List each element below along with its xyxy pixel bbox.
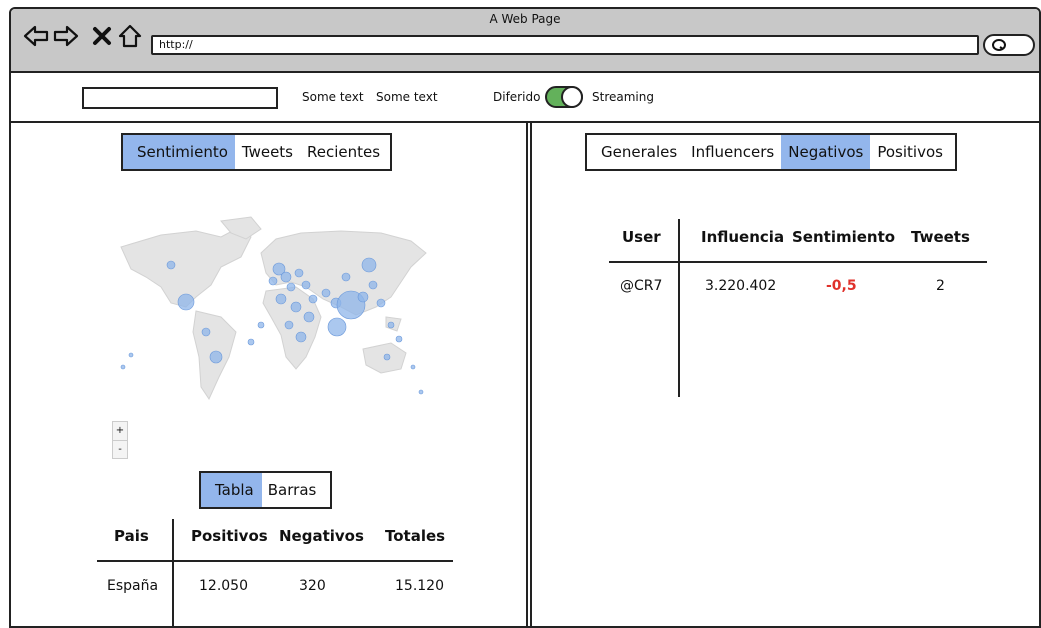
table-cell: España: [107, 578, 159, 594]
zoom-in-button[interactable]: +: [113, 422, 127, 440]
tab-tweets[interactable]: Tweets: [235, 135, 300, 169]
world-map[interactable]: [101, 207, 431, 415]
country-table-header: Negativos: [279, 527, 364, 545]
table-cell: 12.050: [199, 578, 248, 594]
country-table-header-line: [97, 560, 453, 562]
tab-barras[interactable]: Barras: [262, 473, 331, 507]
toolbar-text-1: Some text: [302, 90, 364, 104]
tab-influencers[interactable]: Influencers: [684, 135, 781, 169]
table-cell: 15.120: [395, 578, 444, 594]
zoom-out-button[interactable]: -: [113, 440, 127, 458]
url-bar[interactable]: http://: [151, 35, 979, 55]
left-tab-bar: Sentimiento Tweets Recientes: [121, 133, 393, 171]
top-toolbar: Some text Some text Diferido Streaming: [11, 73, 1039, 123]
toggle-label-streaming: Streaming: [592, 90, 654, 104]
tab-sentimiento[interactable]: Sentimiento: [123, 135, 235, 169]
country-table-header: Pais: [114, 527, 149, 545]
home-icon[interactable]: [117, 23, 143, 49]
toggle-label-diferido: Diferido: [493, 90, 541, 104]
map-zoom-control: + -: [112, 421, 128, 459]
user-handle[interactable]: @CR7: [620, 278, 662, 294]
tab-generales[interactable]: Generales: [587, 135, 684, 169]
user-table-header: Tweets: [911, 228, 970, 246]
tab-tabla[interactable]: Tabla: [201, 473, 262, 507]
user-table-header-line: [609, 261, 987, 263]
forward-icon[interactable]: [53, 23, 79, 49]
country-table-header: Positivos: [191, 527, 268, 545]
user-table-header: Sentimiento: [792, 228, 896, 246]
tab-negativos[interactable]: Negativos: [781, 135, 871, 169]
browser-chrome: A Web Page http://: [11, 9, 1039, 73]
right-tab-bar: Generales Influencers Negativos Positivo…: [585, 133, 957, 171]
table-cell: 2: [936, 278, 945, 294]
search-button[interactable]: [983, 34, 1035, 56]
user-table-header: Influencia: [701, 228, 785, 246]
back-icon[interactable]: [23, 23, 49, 49]
search-icon: [992, 39, 1006, 51]
browser-window: A Web Page http:// Some text Some text D…: [9, 7, 1041, 628]
close-icon[interactable]: [89, 23, 115, 49]
view-tab-bar: Tabla Barras: [199, 471, 333, 509]
search-input[interactable]: [82, 87, 278, 109]
toolbar-text-2: Some text: [376, 90, 438, 104]
tab-recientes[interactable]: Recientes: [300, 135, 390, 169]
window-title: A Web Page: [489, 12, 561, 26]
table-cell: 320: [299, 578, 326, 594]
table-cell: 3.220.402: [705, 278, 777, 294]
streaming-toggle[interactable]: [545, 86, 583, 108]
toggle-knob: [561, 86, 583, 108]
panel-divider: [526, 123, 532, 626]
country-table-header: Totales: [385, 527, 446, 545]
user-table-divider: [678, 219, 680, 397]
user-table-header: User: [622, 228, 661, 246]
sentiment-value: -0,5: [826, 278, 857, 294]
country-table-divider: [172, 519, 174, 626]
tab-positivos[interactable]: Positivos: [870, 135, 955, 169]
